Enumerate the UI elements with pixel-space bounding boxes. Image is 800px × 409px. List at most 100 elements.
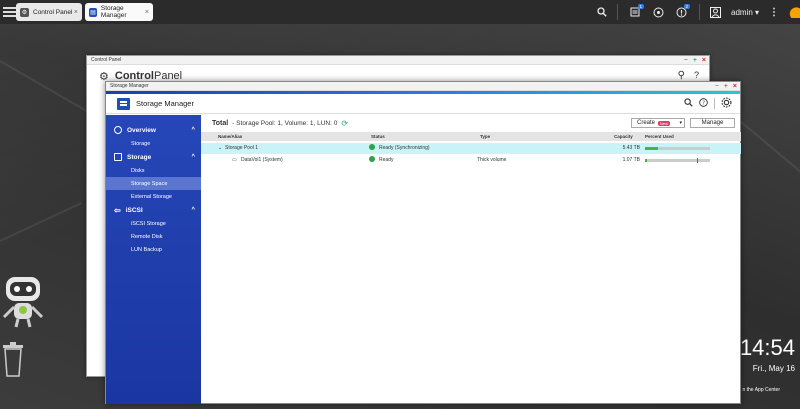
percent-used-bar (645, 158, 710, 163)
sidebar-item-external-storage[interactable]: External Storage (106, 190, 201, 203)
maximize-icon[interactable]: + (693, 57, 697, 64)
column-header-percent-used[interactable]: Percent Used (645, 132, 674, 141)
check-ok-icon (369, 143, 375, 150)
notification-badge: 1 (638, 4, 644, 9)
row-status: Ready (Synchronizing) (369, 143, 430, 154)
storage-manager-icon: ▤ (89, 7, 97, 17)
expand-chevron-icon[interactable]: ⌄ (218, 143, 222, 154)
divider (714, 98, 715, 109)
summary-label: Total (212, 119, 229, 127)
trash-icon[interactable] (2, 342, 24, 377)
percent-used-fill (645, 159, 647, 162)
close-icon[interactable]: × (733, 83, 737, 90)
row-status: Ready (369, 155, 393, 166)
chevron-up-icon: ^ (191, 154, 195, 160)
summary-text: - Storage Pool: 1, Volume: 1, LUN: 0 (232, 119, 338, 127)
tab-label: Storage Manager (100, 5, 127, 19)
chevron-down-icon: ▾ (679, 120, 682, 126)
row-type: Thick volume (477, 157, 507, 163)
sidebar-item-iscsi-storage[interactable]: iSCSI Storage (106, 217, 201, 230)
search-icon[interactable]: ⚲ (678, 70, 685, 81)
window-controls: − + × (715, 82, 737, 91)
iscsi-icon: ⇦ (114, 205, 121, 215)
header-tools: ? (684, 97, 732, 110)
control-panel-icon: ⚙ (20, 7, 29, 17)
main-content: Total - Storage Pool: 1, Volume: 1, LUN:… (201, 115, 741, 404)
user-icon[interactable] (710, 0, 722, 24)
divider (699, 4, 700, 20)
percent-used-fill (645, 147, 658, 150)
taskbar-tab-storage-manager[interactable]: ▤ Storage Manager × (85, 3, 153, 21)
new-badge: New (658, 120, 671, 126)
storage-manager-icon (117, 97, 130, 110)
qnap-assistant-robot-icon[interactable] (0, 273, 45, 328)
section-label: Overview (127, 126, 156, 134)
search-icon[interactable] (597, 0, 609, 24)
window-controls: − + × (684, 56, 706, 65)
sidebar-item-remote-disk[interactable]: Remote Disk (106, 230, 201, 243)
more-options-icon[interactable]: ⋮ (769, 0, 779, 24)
check-ok-icon (369, 155, 375, 162)
column-header-name[interactable]: Name/Alias (218, 132, 242, 141)
row-capacity: 5.43 TB (622, 145, 640, 151)
row-capacity: 1.07 TB (622, 157, 640, 163)
storage-icon (114, 153, 122, 161)
section-label: iSCSI (125, 206, 143, 214)
create-button[interactable]: Create New ▾ (631, 118, 685, 128)
chevron-up-icon: ^ (191, 207, 195, 213)
row-name: DataVol1 (System) (241, 157, 283, 163)
svg-text:?: ? (702, 101, 705, 107)
sidebar-item-lun-backup[interactable]: LUN Backup (106, 243, 201, 256)
create-label: Create (637, 120, 656, 126)
refresh-icon[interactable]: ⟳ (341, 119, 348, 128)
minimize-icon[interactable]: − (684, 57, 688, 64)
sidebar-section-storage[interactable]: Storage ^ (106, 150, 201, 164)
app-title: Storage Manager (136, 99, 194, 108)
row-name: Storage Pool 1 (225, 145, 259, 151)
user-menu[interactable]: admin ▾ (731, 0, 761, 24)
window-title: Control Panel (87, 56, 709, 65)
percent-used-bar (645, 147, 710, 150)
search-icon[interactable] (684, 98, 693, 109)
app-header: Storage Manager ? (106, 94, 740, 114)
manage-button[interactable]: Manage (690, 118, 735, 128)
sidebar-item-disks[interactable]: Disks (106, 164, 201, 177)
minimize-icon[interactable]: − (715, 83, 719, 90)
overview-icon (114, 126, 122, 134)
app-center-hint[interactable]: n the App Center (742, 387, 780, 393)
taskbar-tab-control-panel[interactable]: ⚙ Control Panel × (16, 3, 82, 21)
notification-badge: 2 (684, 4, 690, 9)
window-title: Storage Manager (106, 82, 740, 91)
column-header-capacity[interactable]: Capacity (614, 132, 633, 141)
tab-label: Control Panel (33, 8, 73, 16)
table-row-volume[interactable]: ▭ DataVol1 (System) Ready Thick volume 1… (201, 155, 741, 166)
maximize-icon[interactable]: + (724, 83, 728, 90)
sidebar-item-storage-space[interactable]: Storage Space (106, 177, 201, 190)
table-row-storage-pool[interactable]: ⌄ Storage Pool 1 Ready (Synchronizing) 5… (201, 143, 741, 154)
desktop-date: Fri., May 16 (752, 364, 795, 373)
close-icon[interactable]: × (702, 57, 706, 64)
sidebar-item-storage-overview[interactable]: Storage (106, 137, 201, 150)
sidebar: Overview ^ Storage Storage ^ Disks Stora… (106, 115, 201, 404)
desktop-clock: 14:54 (739, 335, 795, 360)
column-header-status[interactable]: Status (371, 132, 385, 141)
sidebar-section-overview[interactable]: Overview ^ (106, 123, 201, 137)
close-icon[interactable]: × (74, 9, 78, 16)
taskbar: ⚙ Control Panel × ▤ Storage Manager × 1 … (0, 0, 800, 24)
divider (617, 4, 618, 20)
help-icon[interactable]: ? (699, 98, 708, 109)
main-menu-button[interactable] (3, 7, 17, 17)
help-icon[interactable]: ? (694, 70, 699, 80)
dashboard-icon[interactable] (787, 0, 800, 24)
close-icon[interactable]: × (145, 9, 149, 16)
table-header: Name/Alias Status Type Capacity Percent … (201, 132, 741, 141)
settings-gear-icon[interactable] (721, 97, 732, 110)
threshold-marker (697, 158, 698, 163)
external-device-icon[interactable] (653, 0, 665, 24)
sidebar-section-iscsi[interactable]: ⇦ iSCSI ^ (106, 203, 201, 217)
volume-icon: ▭ (232, 157, 237, 163)
storage-manager-window: Storage Manager − + × Storage Manager ? … (105, 81, 741, 404)
section-label: Storage (127, 153, 152, 161)
column-header-type[interactable]: Type (480, 132, 490, 141)
chevron-up-icon: ^ (191, 127, 195, 133)
